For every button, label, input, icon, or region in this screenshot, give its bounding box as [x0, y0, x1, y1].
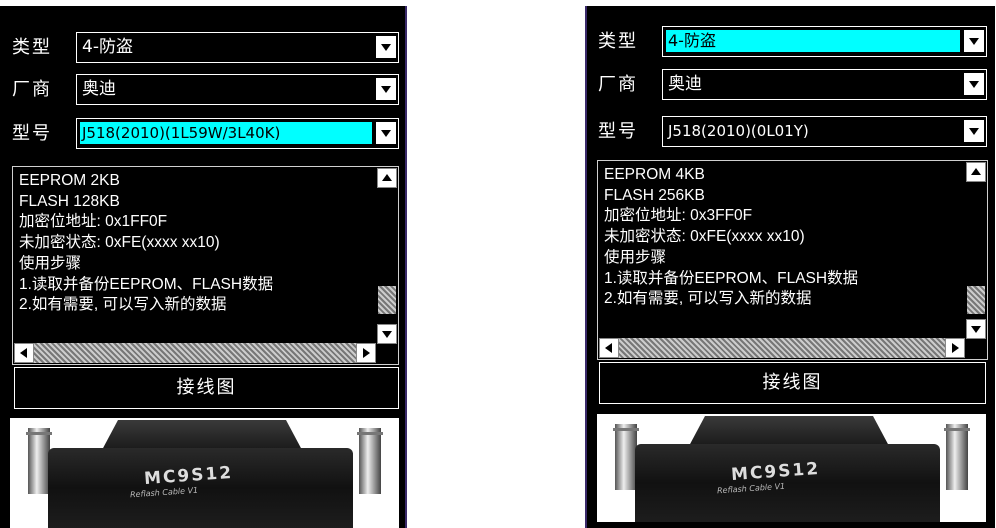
- screw-post: [613, 424, 639, 490]
- type-label: 类型: [12, 37, 52, 58]
- horizontal-scrollbar[interactable]: [14, 343, 376, 363]
- model-value: J518(2010)(1L59W/3L40K): [80, 122, 372, 144]
- chevron-down-icon[interactable]: [376, 78, 396, 100]
- info-line: FLASH 128KB: [19, 192, 120, 210]
- info-line: FLASH 256KB: [604, 186, 705, 204]
- info-textbox[interactable]: EEPROM 2KB FLASH 128KB 加密位地址: 0x1FF0F 未加…: [12, 166, 399, 365]
- maker-select[interactable]: 奥迪: [76, 74, 399, 105]
- vertical-scrollbar[interactable]: [377, 168, 397, 344]
- info-line: 使用步骤: [604, 248, 667, 266]
- scroll-right-icon[interactable]: [356, 343, 376, 363]
- wiring-diagram-button[interactable]: 接线图: [599, 362, 986, 404]
- scroll-right-icon[interactable]: [945, 338, 965, 358]
- info-line: 未加密状态: 0xFE(xxxx xx10): [19, 234, 220, 252]
- type-select[interactable]: 4-防盗: [76, 32, 399, 63]
- model-label: 型号: [598, 121, 638, 142]
- info-line: EEPROM 2KB: [19, 172, 120, 189]
- info-text: EEPROM 4KB FLASH 256KB 加密位地址: 0x3FF0F 未加…: [604, 165, 858, 310]
- screw-post: [357, 428, 383, 494]
- info-line: 加密位地址: 0x3FF0F: [604, 207, 753, 225]
- plug-top: [102, 420, 302, 450]
- info-line: EEPROM 4KB: [604, 166, 705, 183]
- scroll-left-icon[interactable]: [14, 343, 34, 363]
- chevron-down-icon[interactable]: [376, 122, 396, 144]
- cable-image: MC9S12 Reflash Cable V1: [597, 414, 986, 522]
- type-value: 4-防盗: [666, 30, 960, 52]
- type-value: 4-防盗: [82, 37, 133, 57]
- model-label: 型号: [12, 123, 52, 144]
- info-textbox[interactable]: EEPROM 4KB FLASH 256KB 加密位地址: 0x3FF0F 未加…: [597, 160, 988, 360]
- info-line: 使用步骤: [19, 254, 82, 272]
- horizontal-scrollbar[interactable]: [599, 338, 965, 358]
- chevron-down-icon[interactable]: [964, 120, 984, 142]
- type-label: 类型: [598, 31, 638, 52]
- info-line: 2.如有需要, 可以写入新的数据: [604, 290, 812, 308]
- info-line: 1.读取并备份EEPROM、FLASH数据: [19, 275, 274, 293]
- left-panel: 类型 4-防盗 厂商 奥迪 型号 J518(2010)(1L59W/3L40K)…: [0, 6, 407, 528]
- plug-body: [635, 444, 940, 522]
- scroll-down-icon[interactable]: [377, 324, 397, 344]
- scroll-thumb[interactable]: [378, 286, 396, 314]
- info-line: 2.如有需要, 可以写入新的数据: [19, 296, 227, 314]
- screw-post: [944, 424, 970, 490]
- maker-label: 厂商: [598, 74, 638, 95]
- info-line: 1.读取并备份EEPROM、FLASH数据: [604, 269, 859, 287]
- model-select[interactable]: J518(2010)(0L01Y): [662, 116, 987, 147]
- scroll-down-icon[interactable]: [966, 319, 986, 339]
- screw-post: [26, 428, 52, 494]
- right-panel: 类型 4-防盗 厂商 奥迪 型号 J518(2010)(0L01Y) EEPRO…: [585, 6, 995, 528]
- type-select[interactable]: 4-防盗: [662, 26, 987, 57]
- info-text: EEPROM 2KB FLASH 128KB 加密位地址: 0x1FF0F 未加…: [19, 171, 273, 316]
- maker-label: 厂商: [12, 79, 52, 100]
- wiring-diagram-button[interactable]: 接线图: [14, 367, 399, 409]
- plug-top: [689, 416, 889, 446]
- maker-value: 奥迪: [82, 79, 116, 99]
- vertical-scrollbar[interactable]: [966, 162, 986, 339]
- chevron-down-icon[interactable]: [376, 36, 396, 58]
- scroll-thumb[interactable]: [967, 286, 985, 314]
- cable-image: MC9S12 Reflash Cable V1: [10, 418, 399, 528]
- scroll-up-icon[interactable]: [377, 168, 397, 188]
- scroll-left-icon[interactable]: [599, 338, 619, 358]
- model-select[interactable]: J518(2010)(1L59W/3L40K): [76, 118, 399, 149]
- plug-body: [48, 448, 353, 528]
- model-value: J518(2010)(0L01Y): [668, 122, 809, 140]
- scroll-up-icon[interactable]: [966, 162, 986, 182]
- maker-select[interactable]: 奥迪: [662, 69, 987, 100]
- maker-value: 奥迪: [668, 74, 702, 94]
- info-line: 加密位地址: 0x1FF0F: [19, 213, 168, 231]
- chevron-down-icon[interactable]: [964, 30, 984, 52]
- info-line: 未加密状态: 0xFE(xxxx xx10): [604, 228, 805, 246]
- chevron-down-icon[interactable]: [964, 73, 984, 95]
